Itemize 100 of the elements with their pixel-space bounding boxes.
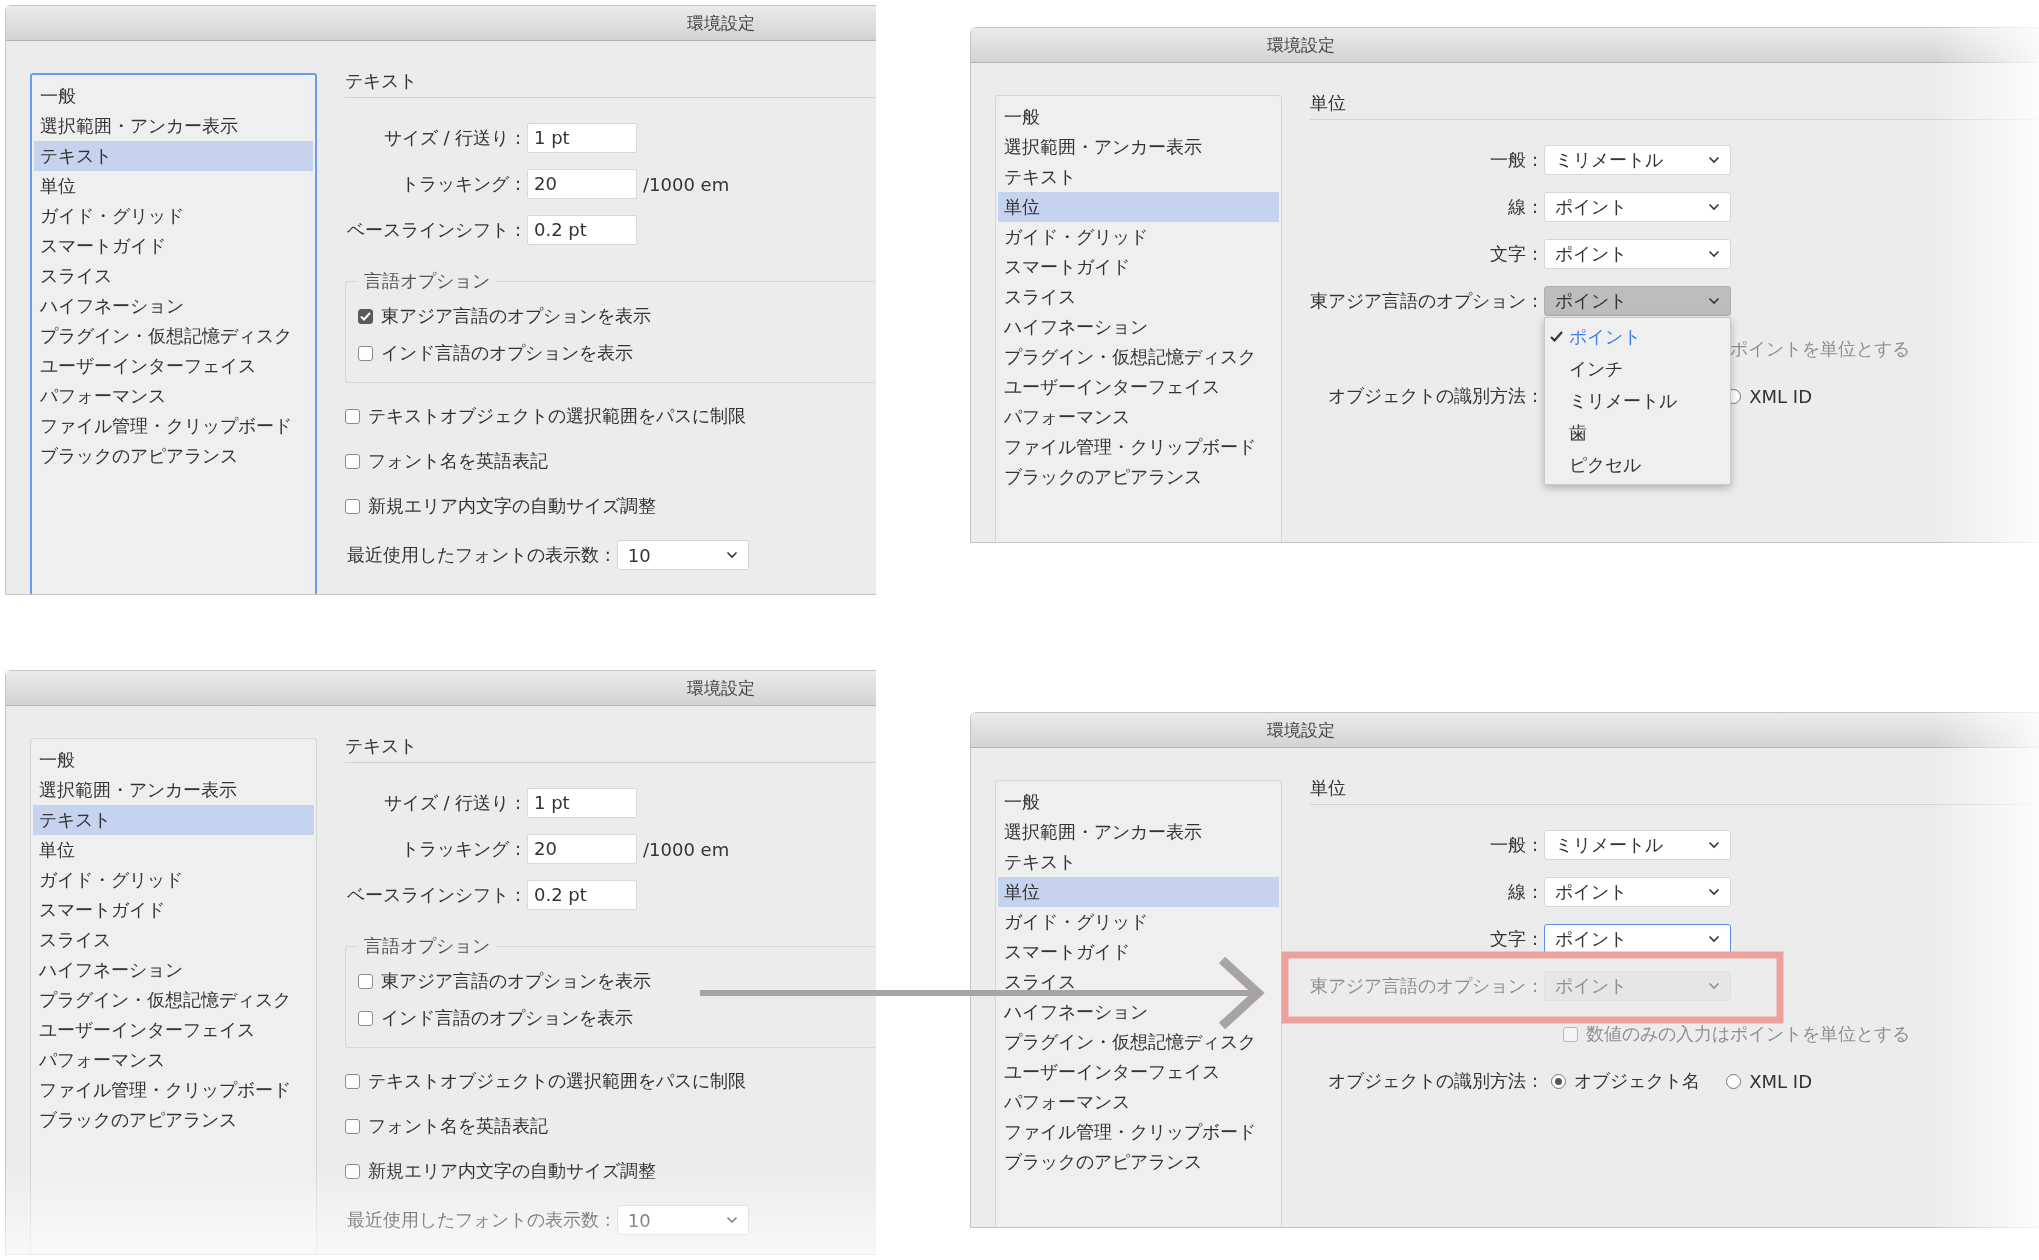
dropdown[interactable]: ポイント bbox=[1544, 924, 1731, 954]
checkbox[interactable] bbox=[345, 453, 360, 469]
dropdown[interactable]: ポイント bbox=[1544, 286, 1731, 316]
field-label: 一般 : bbox=[1489, 833, 1539, 857]
checkbox-label: 新規エリア内文字の自動サイズ調整 bbox=[368, 494, 656, 518]
dropdown[interactable]: ミリメートル bbox=[1544, 145, 1731, 175]
sidebar-item[interactable]: 単位 bbox=[34, 171, 313, 201]
sidebar-item[interactable]: パフォーマンス bbox=[33, 1045, 314, 1075]
sidebar-item[interactable]: ハイフネーション bbox=[34, 291, 313, 321]
sidebar-item[interactable]: ユーザーインターフェイス bbox=[998, 372, 1279, 402]
sidebar-item[interactable]: パフォーマンス bbox=[998, 402, 1279, 432]
sidebar-item[interactable]: ブラックのアピアランス bbox=[34, 441, 313, 471]
sidebar-item[interactable]: ブラックのアピアランス bbox=[33, 1105, 314, 1135]
sidebar-item[interactable]: プラグイン・仮想記憶ディスク bbox=[33, 985, 314, 1015]
input-field[interactable]: 0.2 pt bbox=[527, 215, 637, 245]
radio-button[interactable] bbox=[1551, 1073, 1567, 1089]
sidebar-item[interactable]: パフォーマンス bbox=[998, 1087, 1279, 1117]
sidebar-item[interactable]: プラグイン・仮想記憶ディスク bbox=[34, 321, 313, 351]
checkbox[interactable] bbox=[345, 1073, 360, 1089]
input-field[interactable]: 1 pt bbox=[527, 123, 637, 153]
field-label: オブジェクトの識別方法 : bbox=[1327, 1069, 1539, 1093]
sidebar-item[interactable]: スライス bbox=[33, 925, 314, 955]
sidebar-item[interactable]: テキスト bbox=[34, 141, 313, 171]
sidebar-item[interactable]: 一般 bbox=[34, 81, 313, 111]
dropdown[interactable]: ミリメートル bbox=[1544, 830, 1731, 860]
caret-icon bbox=[1708, 297, 1720, 305]
sidebar-item[interactable]: 一般 bbox=[33, 745, 314, 775]
input-field[interactable]: 1 pt bbox=[527, 788, 637, 818]
sidebar-item[interactable]: 単位 bbox=[998, 192, 1279, 222]
radio-label: XML ID bbox=[1749, 1070, 1812, 1092]
sidebar-item[interactable]: ハイフネーション bbox=[33, 955, 314, 985]
sidebar-item[interactable]: 選択範囲・アンカー表示 bbox=[998, 132, 1279, 162]
caret-icon bbox=[1708, 888, 1720, 896]
sidebar-item[interactable]: 単位 bbox=[998, 877, 1279, 907]
checkbox[interactable] bbox=[358, 973, 373, 989]
checkbox[interactable] bbox=[345, 1163, 360, 1179]
input-field[interactable]: 20 bbox=[527, 169, 637, 199]
sidebar-item[interactable]: ユーザーインターフェイス bbox=[998, 1057, 1279, 1087]
sidebar-item[interactable]: ファイル管理・クリップボード bbox=[998, 432, 1279, 462]
sidebar-item[interactable]: ガイド・グリッド bbox=[998, 907, 1279, 937]
checkbox[interactable] bbox=[345, 1118, 360, 1134]
sidebar-item[interactable]: スライス bbox=[998, 282, 1279, 312]
sidebar-item[interactable]: ガイド・グリッド bbox=[998, 222, 1279, 252]
sidebar-item[interactable]: ユーザーインターフェイス bbox=[33, 1015, 314, 1045]
checkbox[interactable] bbox=[358, 345, 373, 361]
sidebar-item[interactable]: スマートガイド bbox=[998, 252, 1279, 282]
sidebar-item[interactable]: ブラックのアピアランス bbox=[998, 1147, 1279, 1177]
sidebar-item[interactable]: 選択範囲・アンカー表示 bbox=[33, 775, 314, 805]
input-field[interactable]: 0.2 pt bbox=[527, 880, 637, 910]
caret-icon bbox=[1708, 841, 1720, 849]
sidebar-item[interactable]: 単位 bbox=[33, 835, 314, 865]
sidebar-item[interactable]: パフォーマンス bbox=[34, 381, 313, 411]
dropdown[interactable]: 10 bbox=[616, 540, 749, 570]
dropdown[interactable]: ポイント bbox=[1544, 877, 1731, 907]
sidebar-item[interactable]: 一般 bbox=[998, 102, 1279, 132]
checkbox[interactable] bbox=[345, 498, 360, 514]
sidebar-item[interactable]: スライス bbox=[34, 261, 313, 291]
dropdown[interactable]: ポイント bbox=[1544, 192, 1731, 222]
section-heading: 単位 bbox=[1310, 91, 2039, 120]
checkbox[interactable] bbox=[358, 1010, 373, 1026]
sidebar-item[interactable]: スライス bbox=[998, 967, 1279, 997]
sidebar-item[interactable]: ガイド・グリッド bbox=[34, 201, 313, 231]
sidebar-item[interactable]: スマートガイド bbox=[998, 937, 1279, 967]
sidebar-item[interactable]: ファイル管理・クリップボード bbox=[998, 1117, 1279, 1147]
sidebar-item[interactable]: ハイフネーション bbox=[998, 997, 1279, 1027]
sidebar-item[interactable]: テキスト bbox=[998, 847, 1279, 877]
sidebar-item[interactable]: テキスト bbox=[998, 162, 1279, 192]
dropdown[interactable]: ポイント bbox=[1544, 239, 1731, 269]
caret-icon bbox=[1708, 203, 1720, 211]
sidebar-item[interactable]: ユーザーインターフェイス bbox=[34, 351, 313, 381]
sidebar-item[interactable]: プラグイン・仮想記憶ディスク bbox=[998, 342, 1279, 372]
sidebar-item[interactable]: ガイド・グリッド bbox=[33, 865, 314, 895]
checkbox[interactable] bbox=[358, 308, 373, 324]
section-heading: 単位 bbox=[1310, 776, 2039, 805]
sidebar-item[interactable]: ハイフネーション bbox=[998, 312, 1279, 342]
caret-icon bbox=[1708, 156, 1720, 164]
sidebar-item[interactable]: スマートガイド bbox=[33, 895, 314, 925]
field-label: 東アジア言語のオプション : bbox=[1310, 289, 1539, 313]
sidebar-item[interactable]: ファイル管理・クリップボード bbox=[34, 411, 313, 441]
sidebar-item[interactable]: 選択範囲・アンカー表示 bbox=[998, 817, 1279, 847]
radio-button[interactable] bbox=[1726, 1073, 1742, 1089]
menu-item[interactable]: インチ bbox=[1545, 353, 1730, 385]
input-field[interactable]: 20 bbox=[527, 834, 637, 864]
menu-item[interactable]: 歯 bbox=[1545, 417, 1730, 449]
checkbox-label: 数値のみの入力はポイントを単位とする bbox=[1586, 1022, 1910, 1046]
sidebar-item[interactable]: スマートガイド bbox=[34, 231, 313, 261]
sidebar-item[interactable]: ファイル管理・クリップボード bbox=[33, 1075, 314, 1105]
checkbox-label: 新規エリア内文字の自動サイズ調整 bbox=[368, 1159, 656, 1183]
menu-item[interactable]: ミリメートル bbox=[1545, 385, 1730, 417]
dropdown[interactable]: 10 bbox=[616, 1205, 749, 1235]
sidebar-item[interactable]: テキスト bbox=[33, 805, 314, 835]
checkbox-label: テキストオブジェクトの選択範囲をパスに制限 bbox=[368, 1069, 746, 1093]
sidebar-item[interactable]: ブラックのアピアランス bbox=[998, 462, 1279, 492]
checkbox[interactable] bbox=[345, 408, 360, 424]
sidebar-item[interactable]: プラグイン・仮想記憶ディスク bbox=[998, 1027, 1279, 1057]
field-label: サイズ / 行送り : bbox=[382, 791, 522, 815]
sidebar-item[interactable]: 一般 bbox=[998, 787, 1279, 817]
window-title: 環境設定 bbox=[1267, 33, 1335, 57]
sidebar-item[interactable]: 選択範囲・アンカー表示 bbox=[34, 111, 313, 141]
menu-item[interactable]: ピクセル bbox=[1545, 449, 1730, 481]
